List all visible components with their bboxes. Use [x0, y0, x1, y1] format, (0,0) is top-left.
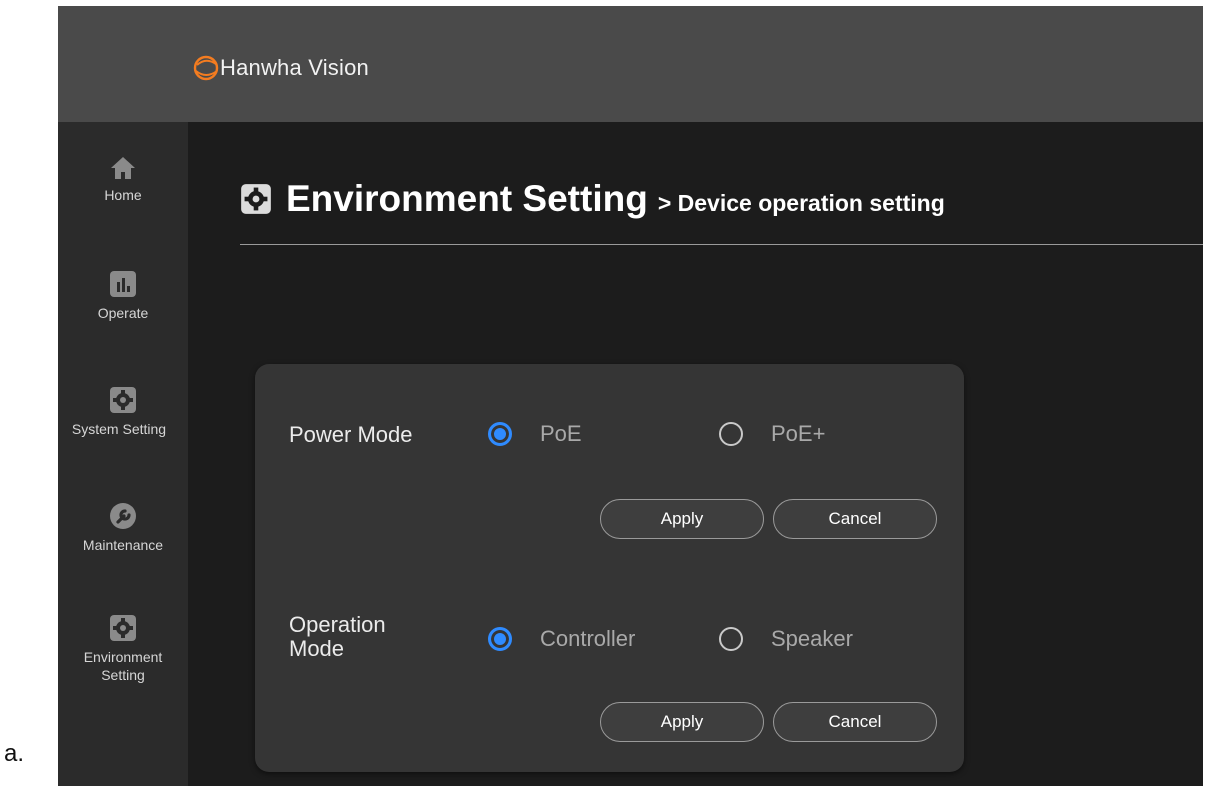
radio-poe-plus[interactable]: PoE+	[719, 421, 825, 447]
gear-icon	[110, 615, 136, 641]
sidebar-item-maintenance[interactable]: Maintenance	[58, 502, 188, 554]
title-divider	[240, 244, 1203, 245]
gear-icon	[241, 184, 271, 214]
page-title: Environment Setting > Device operation s…	[240, 178, 945, 220]
sidebar-item-home[interactable]: Home	[58, 156, 188, 204]
figure-label: a.	[4, 740, 25, 767]
app-window: Hanwha Vision Home Operate System Settin…	[58, 6, 1203, 786]
radio-label: Controller	[540, 626, 636, 651]
radio-selected-icon	[488, 422, 512, 446]
radio-unselected-icon	[719, 422, 743, 446]
radio-unselected-icon	[719, 627, 743, 651]
sidebar-item-operate[interactable]: Operate	[58, 270, 188, 322]
radio-speaker[interactable]: Speaker	[719, 626, 853, 652]
brand-logo[interactable]: Hanwha Vision	[192, 50, 369, 86]
sidebar-item-label: Environment Setting	[83, 649, 163, 683]
top-header: Hanwha Vision	[58, 6, 1203, 122]
sidebar-item-label: Operate	[97, 305, 149, 321]
radio-poe[interactable]: PoE	[488, 421, 582, 447]
sidebar-item-label: Maintenance	[82, 537, 164, 553]
power-mode-apply-button[interactable]: Apply	[600, 499, 764, 539]
breadcrumb: > Device operation setting	[657, 190, 945, 216]
main-content: Environment Setting > Device operation s…	[188, 122, 1203, 786]
gear-icon	[110, 387, 136, 413]
operation-mode-label: Operation Mode	[289, 612, 386, 661]
radio-controller[interactable]: Controller	[488, 626, 635, 652]
radio-label: PoE+	[771, 421, 826, 446]
power-mode-label: Power Mode	[289, 422, 413, 447]
brand-name: Hanwha Vision	[220, 55, 369, 80]
chart-icon	[110, 271, 136, 297]
home-icon	[111, 157, 135, 179]
sidebar-item-label: System Setting	[71, 421, 167, 437]
radio-label: PoE	[540, 421, 582, 446]
power-mode-cancel-button[interactable]: Cancel	[773, 499, 937, 539]
radio-label: Speaker	[771, 626, 853, 651]
page-title-text: Environment Setting	[286, 178, 648, 219]
sidebar-nav: Home Operate System Setting Maintenance …	[58, 122, 188, 786]
sidebar-item-system-setting[interactable]: System Setting	[58, 386, 188, 438]
wrench-icon	[110, 503, 136, 529]
radio-selected-icon	[488, 627, 512, 651]
sidebar-item-environment-setting[interactable]: Environment Setting	[58, 614, 188, 684]
sidebar-item-label: Home	[104, 187, 142, 203]
hanwha-logo-icon	[193, 55, 219, 81]
operation-mode-apply-button[interactable]: Apply	[600, 702, 764, 742]
operation-mode-cancel-button[interactable]: Cancel	[773, 702, 937, 742]
settings-panel: Power Mode PoE PoE+ Apply Cancel Operati…	[255, 364, 964, 772]
